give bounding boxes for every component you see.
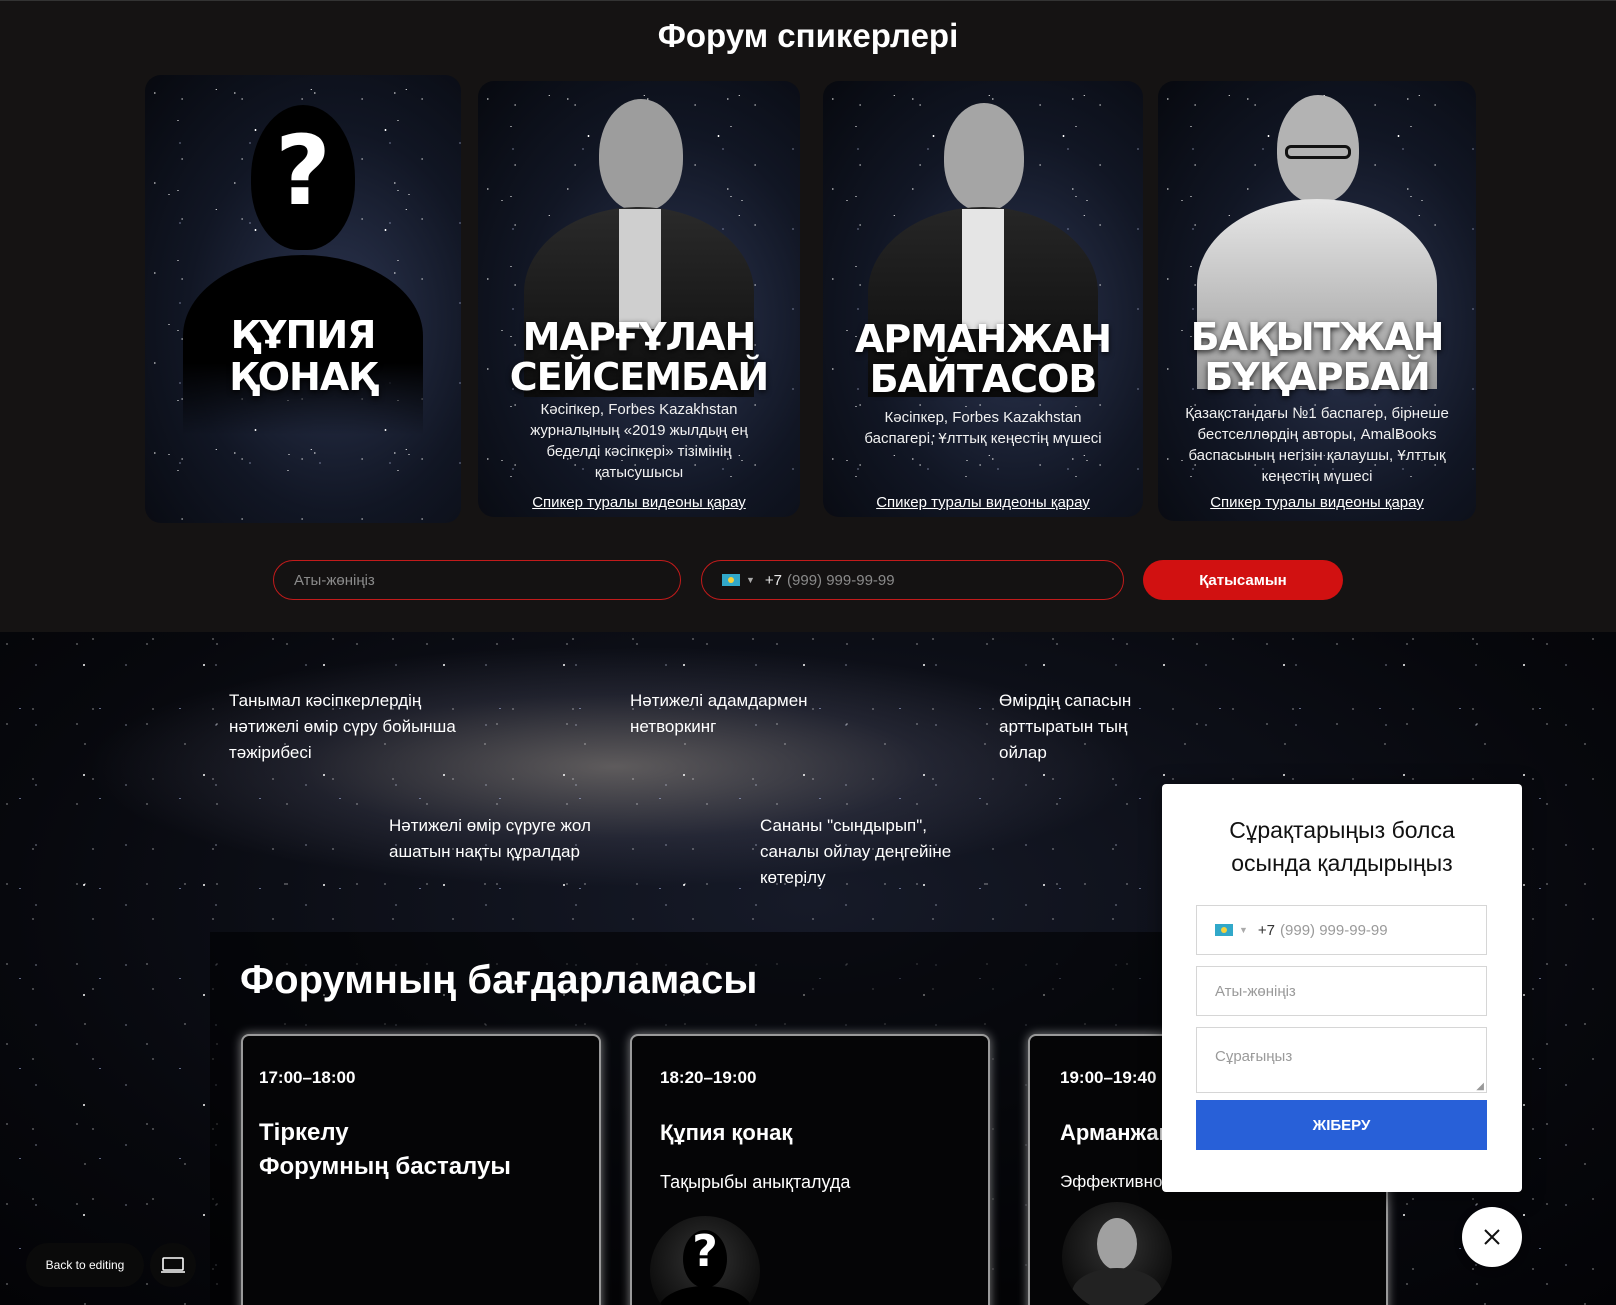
popup-name-input[interactable]: Аты-жөніңіз bbox=[1196, 966, 1487, 1016]
question-mark-icon: ? bbox=[275, 115, 331, 227]
question-popup: Сұрақтарыңыз болса осында қалдырыңыз ▼ +… bbox=[1162, 784, 1522, 1192]
speakers-title: Форум спикерлері bbox=[657, 17, 959, 54]
program-time: 17:00–18:00 bbox=[259, 1068, 356, 1087]
popup-title: Сұрақтарыңыз болса осында қалдырыңыз bbox=[1229, 817, 1455, 876]
speaker-name-line1: БАҚЫТЖАН bbox=[1190, 315, 1445, 359]
program-time: 18:20–19:00 bbox=[660, 1068, 757, 1087]
close-popup-button[interactable] bbox=[1462, 1207, 1522, 1267]
page: Форум спикерлері ? ҚҰПИЯ ҚОНАҚ МАРҒҰЛАН … bbox=[0, 0, 1616, 1305]
laptop-icon bbox=[161, 1257, 185, 1273]
popup-question-textarea[interactable]: Сұрағыңыз ◢ bbox=[1196, 1027, 1487, 1093]
program-title: Форумның бағдарламасы bbox=[240, 958, 758, 1002]
name-placeholder: Аты-жөніңіз bbox=[1215, 982, 1296, 1000]
speaker-name-line1: ҚҰПИЯ bbox=[230, 313, 377, 357]
speaker-description: Кәсіпкер, Forbes Kazakhstan журналының «… bbox=[530, 401, 748, 481]
phone-code: +7 bbox=[1257, 921, 1276, 939]
program-title-line2: Форумның басталуы bbox=[259, 1153, 511, 1180]
speakers-section: Форум спикерлері ? ҚҰПИЯ ҚОНАҚ МАРҒҰЛАН … bbox=[0, 0, 1616, 632]
speaker-card-seisembay: МАРҒҰЛАН СЕЙСЕМБАЙ Кәсіпкер, Forbes Kaza… bbox=[478, 81, 800, 517]
speaker-description: Кәсіпкер, Forbes Kazakhstan баспагері, Ұ… bbox=[864, 409, 1102, 447]
phone-placeholder: (999) 999-99-99 bbox=[787, 571, 895, 589]
device-toggle-button[interactable] bbox=[150, 1243, 196, 1287]
program-item-title: Құпия қонақ bbox=[660, 1120, 793, 1145]
avatar bbox=[1062, 1202, 1172, 1305]
popup-submit-button[interactable]: ЖІБЕРУ bbox=[1196, 1100, 1487, 1150]
phone-code: +7 bbox=[764, 571, 783, 589]
speaker-name-line1: АРМАНЖАН bbox=[854, 317, 1112, 361]
popup-phone-input[interactable]: ▼ +7 (999) 999-99-99 bbox=[1196, 905, 1487, 955]
speaker-card-bukarbay: БАҚЫТЖАН БҰҚАРБАЙ Қазақстандағы №1 баспа… bbox=[1158, 81, 1476, 521]
benefit-item: Нәтижелі өмір сүруге жол ашатын нақты құ… bbox=[389, 816, 591, 861]
speaker-description: Қазақстандағы №1 баспагер, бірнеше бестс… bbox=[1185, 405, 1449, 485]
caret-down-icon[interactable]: ▼ bbox=[746, 575, 755, 585]
speaker-video-link[interactable]: Спикер туралы видеоны қарау bbox=[1158, 494, 1476, 511]
caret-down-icon[interactable]: ▼ bbox=[1239, 925, 1248, 935]
back-to-editing-button[interactable]: Back to editing bbox=[26, 1243, 144, 1287]
benefit-item: Өмірдің сапасын арттыратын тың ойлар bbox=[999, 691, 1132, 762]
benefit-item: Танымал кәсіпкерлердің нәтижелі өмір сүр… bbox=[229, 691, 456, 762]
speaker-card-baitasov: АРМАНЖАН БАЙТАСОВ Кәсіпкер, Forbes Kazak… bbox=[823, 81, 1143, 517]
speaker-video-link[interactable]: Спикер туралы видеоны қарау bbox=[478, 494, 800, 511]
phone-input[interactable]: ▼ +7 (999) 999-99-99 bbox=[701, 560, 1124, 600]
program-time: 19:00–19:40 bbox=[1060, 1068, 1157, 1087]
phone-placeholder: (999) 999-99-99 bbox=[1280, 921, 1388, 939]
program-item-title: Арманжан bbox=[1060, 1120, 1172, 1145]
program-item-subtitle: Тақырыбы анықталуда bbox=[660, 1172, 851, 1192]
close-icon bbox=[1484, 1229, 1500, 1245]
speaker-name-line2: СЕЙСЕМБАЙ bbox=[509, 355, 769, 399]
avatar: ? bbox=[650, 1216, 760, 1305]
program-card: 18:20–19:00 Құпия қонақ Тақырыбы анықтал… bbox=[630, 1034, 990, 1305]
name-input[interactable]: Аты-жөніңіз bbox=[273, 560, 681, 600]
speaker-name-line2: БАЙТАСОВ bbox=[869, 357, 1098, 401]
program-item-subtitle: Эффективно bbox=[1060, 1172, 1163, 1191]
join-button[interactable]: Қатысамын bbox=[1143, 560, 1343, 600]
question-mark-icon: ? bbox=[692, 1226, 718, 1277]
speaker-name-line2: ҚОНАҚ bbox=[229, 355, 377, 399]
benefit-item: Сананы "сындырып", саналы ойлау деңгейін… bbox=[760, 816, 952, 887]
speaker-card-mystery: ? ҚҰПИЯ ҚОНАҚ bbox=[145, 75, 461, 523]
speaker-name-line2: БҰҚАРБАЙ bbox=[1204, 355, 1430, 399]
question-placeholder: Сұрағыңыз bbox=[1215, 1048, 1293, 1065]
benefit-item: Нәтижелі адамдармен нетворкинг bbox=[630, 691, 808, 736]
speaker-name-line1: МАРҒҰЛАН bbox=[522, 315, 757, 359]
program-title-line1: Тіркелу bbox=[259, 1119, 349, 1146]
resize-handle-icon[interactable]: ◢ bbox=[1476, 1081, 1484, 1092]
name-placeholder: Аты-жөніңіз bbox=[294, 571, 375, 589]
speaker-video-link[interactable]: Спикер туралы видеоны қарау bbox=[823, 494, 1143, 511]
flag-kz-icon[interactable] bbox=[722, 574, 740, 586]
flag-kz-icon[interactable] bbox=[1215, 924, 1233, 936]
program-card: 17:00–18:00 Тіркелу Форумның басталуы bbox=[241, 1034, 601, 1305]
